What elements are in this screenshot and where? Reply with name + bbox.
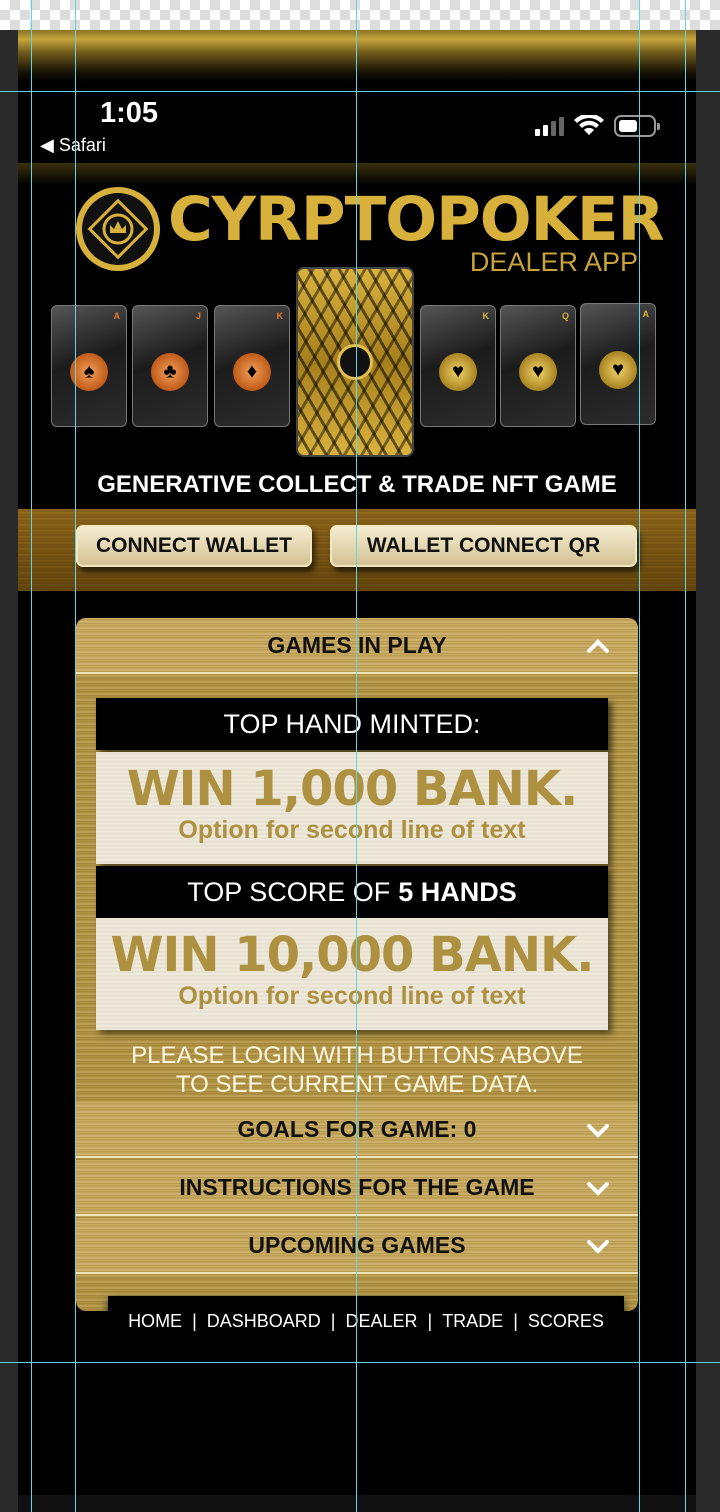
login-notice: PLEASE LOGIN WITH BUTTONS ABOVE TO SEE C…	[76, 1042, 638, 1100]
card-suit-icon: ♠	[83, 360, 95, 383]
card-rank: Q	[561, 311, 569, 321]
card-rank: A	[113, 311, 121, 321]
right-canvas-margin	[696, 30, 720, 1512]
card-rank: K	[482, 311, 490, 321]
playing-card: A ♠	[51, 305, 127, 427]
login-notice-line-2: TO SEE CURRENT GAME DATA.	[175, 1070, 539, 1098]
prize-amount: WIN 10,000 BANK.	[110, 927, 595, 983]
header-divider	[18, 163, 696, 185]
guide-line	[356, 0, 357, 1512]
top-score-heading-bold: 5 HANDS	[398, 876, 517, 907]
games-in-play-header[interactable]: GAMES IN PLAY	[76, 618, 638, 674]
status-time: 1:05	[100, 97, 159, 129]
instructions-accordion[interactable]: INSTRUCTIONS FOR THE GAME	[76, 1160, 638, 1216]
playing-card: J ♣	[132, 305, 208, 427]
cellular-signal-icon	[535, 116, 564, 136]
top-hand-prize: WIN 1,000 BANK. Option for second line o…	[96, 752, 608, 864]
top-hand-heading: TOP HAND MINTED:	[96, 698, 608, 750]
top-score-prize: WIN 10,000 BANK. Option for second line …	[96, 918, 608, 1030]
chevron-down-icon[interactable]	[586, 1120, 610, 1140]
nav-separator: |	[330, 1310, 336, 1331]
chevron-up-icon[interactable]	[586, 636, 610, 656]
card-suit-icon: ♥	[612, 358, 624, 381]
top-hand-heading-text: TOP HAND MINTED:	[223, 708, 481, 739]
guide-line	[75, 0, 76, 1512]
featured-card-back	[296, 267, 414, 457]
prize-note: Option for second line of text	[178, 816, 526, 845]
footer-nav: HOME | DASHBOARD | DEALER | TRADE | SCOR…	[108, 1296, 624, 1346]
playing-card: Q ♥	[500, 305, 576, 427]
card-back-emblem-icon	[337, 344, 373, 380]
back-to-safari-link[interactable]: ◀ Safari	[40, 135, 106, 156]
brand-title: CYRPTOPOKER	[168, 184, 665, 255]
nav-separator: |	[513, 1310, 518, 1331]
games-panel: GAMES IN PLAY TOP HAND MINTED: WIN 1,000…	[76, 618, 638, 1311]
guide-line	[685, 0, 686, 1512]
upcoming-games-accordion[interactable]: UPCOMING GAMES	[76, 1218, 638, 1274]
playing-card: K ♥	[420, 305, 496, 427]
guide-line	[0, 91, 720, 92]
left-canvas-margin	[0, 30, 18, 1512]
nav-trade-link[interactable]: TRADE	[442, 1311, 503, 1332]
card-rank: K	[276, 311, 284, 321]
playing-card: K ♦	[214, 305, 290, 427]
top-gold-band	[18, 30, 696, 82]
wifi-icon	[574, 115, 604, 135]
top-score-heading: TOP SCORE OF 5 HANDS	[96, 866, 608, 918]
card-suit-icon: ♥	[532, 360, 544, 383]
battery-icon	[614, 115, 660, 137]
chevron-down-icon[interactable]	[586, 1236, 610, 1256]
guide-line	[639, 0, 640, 1512]
connect-wallet-button[interactable]: CONNECT WALLET	[76, 525, 312, 567]
nav-scores-link[interactable]: SCORES	[528, 1311, 604, 1332]
card-suit-icon: ♥	[452, 360, 464, 383]
wallet-band: CONNECT WALLET WALLET CONNECT QR	[18, 509, 696, 591]
top-score-heading-prefix: TOP SCORE OF	[187, 876, 391, 907]
playing-card: A ♥	[580, 303, 656, 425]
login-notice-line-1: PLEASE LOGIN WITH BUTTONS ABOVE	[131, 1042, 583, 1069]
goals-accordion[interactable]: GOALS FOR GAME: 0	[76, 1102, 638, 1158]
bottom-canvas-strip	[18, 1495, 696, 1512]
card-rank: J	[195, 311, 201, 321]
nav-separator: |	[192, 1310, 197, 1331]
wallet-connect-qr-button[interactable]: WALLET CONNECT QR	[330, 525, 637, 567]
chevron-down-icon[interactable]	[586, 1178, 610, 1198]
nav-home-link[interactable]: HOME	[128, 1311, 182, 1332]
prize-amount: WIN 1,000 BANK.	[126, 761, 579, 817]
guide-line	[31, 0, 32, 1512]
nav-separator: |	[427, 1310, 433, 1331]
guide-line	[0, 1362, 720, 1363]
transparency-checkerboard	[0, 0, 720, 30]
cryptopoker-emblem-icon	[76, 187, 160, 271]
card-suit-icon: ♦	[246, 360, 258, 383]
prize-note: Option for second line of text	[178, 982, 526, 1011]
card-showcase: A ♠ J ♣ K ♦ K ♥ Q ♥ A ♥	[18, 265, 696, 465]
tagline: GENERATIVE COLLECT & TRADE NFT GAME	[97, 471, 617, 498]
status-icons	[535, 115, 660, 137]
phone-screen: 1:05 ◀ Safari CYRPTOPOKER DEALER APP A ♠…	[18, 85, 696, 1495]
card-suit-icon: ♣	[163, 360, 177, 383]
nav-dashboard-link[interactable]: DASHBOARD	[207, 1311, 321, 1332]
card-rank: A	[642, 309, 650, 319]
